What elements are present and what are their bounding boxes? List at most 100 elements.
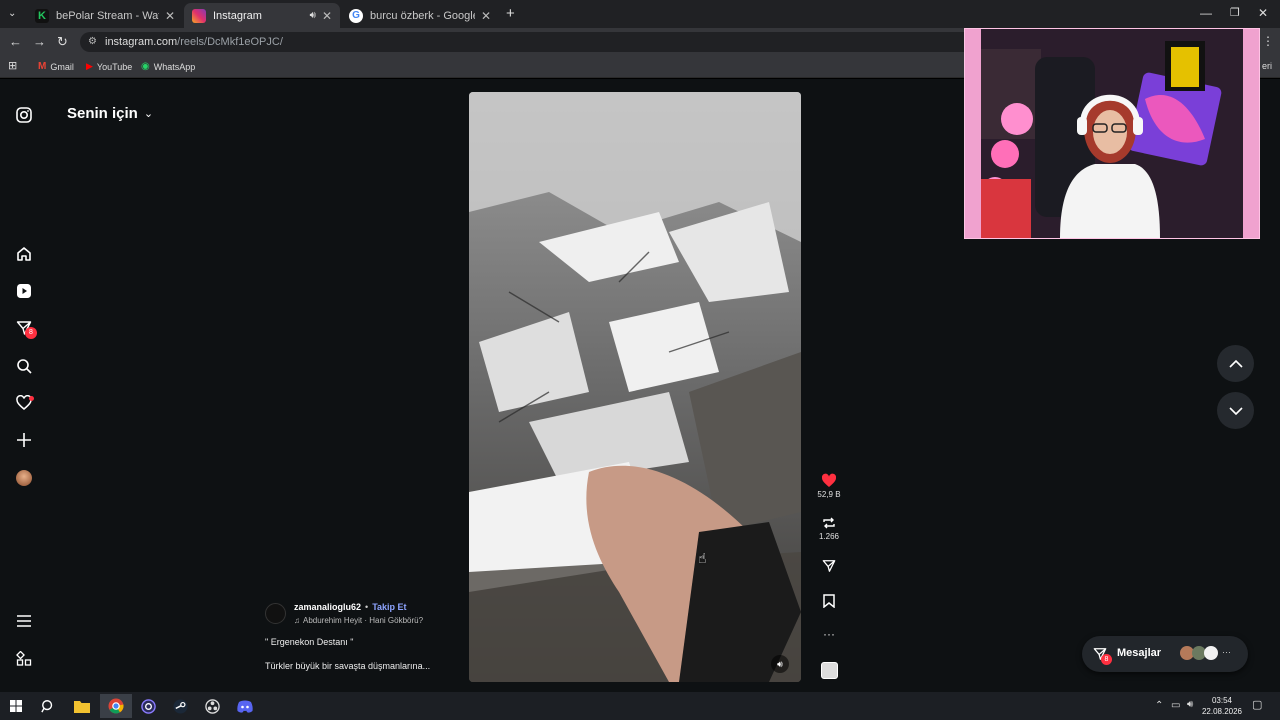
create-plus-icon[interactable] — [14, 430, 34, 450]
more-conversations-icon: ··· — [1222, 647, 1231, 657]
windows-start-icon[interactable] — [6, 697, 26, 715]
repost-count: 1.266 — [818, 532, 840, 541]
messages-badge: 8 — [25, 327, 37, 339]
more-options-icon[interactable]: ··· — [816, 627, 842, 641]
chevron-down-icon — [1228, 406, 1243, 415]
author-avatar[interactable] — [265, 603, 286, 624]
tray-overflow-icon[interactable]: ⌃ — [1155, 700, 1163, 711]
gmail-icon: M — [38, 61, 47, 72]
chevron-down-icon: ⌄ — [143, 108, 154, 120]
author-username[interactable]: zamanalioglu62 — [294, 602, 361, 612]
url-text[interactable]: instagram.com/reels/DcMkf1eOPJC/ — [105, 36, 283, 48]
speaker-icon[interactable]: 🔊︎ — [310, 10, 316, 21]
tab-title: Instagram — [213, 9, 262, 22]
taskbar-clock[interactable]: 03:54 22.08.2026 — [1200, 695, 1244, 717]
also-from-meta-icon[interactable] — [14, 649, 34, 669]
bookmark-whatsapp[interactable]: ◉ WhatsApp — [141, 61, 195, 72]
messages-panel-button[interactable]: 8 Mesajlar ··· — [1082, 636, 1248, 672]
music-title: Abdurehim Heyit · Hani Gökbörü? — [303, 616, 424, 625]
heart-filled-icon — [821, 473, 837, 487]
tab-title: burcu özberk - Google'da Ara — [370, 9, 475, 22]
tab-title: bePolar Stream - Watch Live on — [56, 9, 159, 22]
whatsapp-icon: ◉ — [141, 61, 150, 72]
url-host: instagram.com — [105, 36, 178, 48]
save-button[interactable] — [816, 594, 842, 610]
network-icon[interactable]: ▭ — [1171, 700, 1180, 711]
author-line: zamanalioglu62 • Takip Et — [294, 602, 407, 612]
tab-google-search[interactable]: G burcu özberk - Google'da Ara ✕ — [341, 3, 499, 28]
repost-icon — [823, 517, 835, 529]
minimize-icon[interactable]: — — [1200, 6, 1212, 20]
browser-menu-icon[interactable]: ⋮ — [1262, 34, 1274, 48]
taskbar-search-icon[interactable] — [38, 697, 58, 715]
next-reel-button[interactable] — [1217, 392, 1254, 429]
forward-icon[interactable]: → — [33, 34, 46, 49]
hand-cursor-icon: ☝︎ — [698, 550, 707, 566]
follow-button[interactable]: Takip Et — [372, 602, 406, 612]
caption-title: " Ergenekon Destanı " — [265, 637, 354, 647]
obs-like-app-icon[interactable] — [138, 697, 158, 715]
bookmark-youtube[interactable]: ▶ YouTube — [86, 61, 132, 72]
separator: • — [365, 602, 369, 612]
chrome-icon — [108, 698, 124, 714]
obs-studio-icon[interactable] — [202, 697, 222, 715]
tab-instagram[interactable]: Instagram 🔊︎ ✕ — [184, 3, 340, 28]
home-icon[interactable] — [14, 244, 34, 264]
instagram-logo-icon[interactable] — [14, 105, 34, 125]
discord-icon[interactable] — [235, 697, 255, 715]
volume-icon[interactable]: 🔊︎ — [1187, 699, 1193, 710]
site-info-icon[interactable]: ⚙︎ — [88, 36, 97, 47]
like-button[interactable]: 52,9 B — [816, 473, 842, 499]
restore-icon[interactable]: ❐ — [1230, 6, 1240, 19]
notification-center-icon[interactable]: ▢ — [1252, 698, 1262, 711]
feed-title: Senin için — [67, 105, 138, 122]
music-line[interactable]: ♫ Abdurehim Heyit · Hani Gökbörü? — [294, 616, 423, 625]
reload-icon[interactable]: ↻ — [57, 34, 68, 50]
steam-icon[interactable] — [170, 697, 190, 715]
chevron-up-icon — [1228, 359, 1243, 368]
tab-search-icon[interactable]: ⌄ — [8, 8, 16, 19]
bepolar-icon: K — [35, 8, 49, 23]
conversation-avatar — [1204, 646, 1218, 660]
clock-time: 03:54 — [1211, 696, 1233, 705]
bookmark-gmail[interactable]: M Gmail — [38, 61, 74, 72]
file-explorer-icon[interactable] — [72, 697, 92, 715]
notification-dot — [29, 396, 34, 401]
url-path: /reels/DcMkf1eOPJC/ — [177, 36, 283, 48]
apps-grid-icon[interactable]: ⊞ — [8, 59, 17, 72]
reel-video[interactable]: 🔊︎ — [469, 92, 801, 682]
like-count: 52,9 B — [817, 490, 841, 499]
webcam-overlay — [964, 28, 1260, 239]
bookmark-label: eri — [1262, 61, 1273, 71]
all-bookmarks-button[interactable]: eri — [1262, 61, 1272, 71]
close-icon[interactable]: ✕ — [322, 9, 332, 23]
chrome-taskbar-button[interactable] — [100, 694, 132, 718]
new-tab-button[interactable]: + — [506, 5, 515, 22]
tab-bepolar[interactable]: K bePolar Stream - Watch Live on ✕ — [27, 3, 183, 28]
video-frame-image — [469, 92, 801, 682]
clock-date: 22.08.2026 — [1201, 707, 1243, 716]
back-icon[interactable]: ← — [9, 34, 22, 49]
close-window-icon[interactable]: ✕ — [1258, 6, 1268, 20]
more-menu-icon[interactable] — [14, 611, 34, 631]
feed-selector[interactable]: Senin için ⌄ — [67, 105, 153, 122]
google-icon: G — [349, 8, 363, 23]
profile-avatar[interactable] — [14, 468, 34, 488]
bookmark-icon — [823, 594, 835, 609]
repost-button[interactable]: 1.266 — [816, 516, 842, 541]
close-icon[interactable]: ✕ — [165, 9, 175, 23]
share-icon — [822, 560, 836, 572]
instagram-icon — [192, 8, 206, 23]
caption-text[interactable]: Türkler büyük bir savaşta düşmanlarına..… — [265, 661, 430, 671]
music-note-icon: ♫ — [294, 616, 300, 625]
messages-badge: 8 — [1101, 654, 1112, 665]
windows-taskbar — [0, 692, 1280, 720]
bookmark-label: Gmail — [50, 61, 74, 72]
share-button[interactable] — [816, 559, 842, 575]
reels-icon[interactable] — [14, 281, 34, 301]
close-icon[interactable]: ✕ — [481, 9, 491, 23]
previous-reel-button[interactable] — [1217, 345, 1254, 382]
audio-thumbnail[interactable] — [816, 662, 842, 679]
mute-toggle-icon[interactable]: 🔊︎ — [771, 655, 789, 673]
search-icon[interactable] — [14, 356, 34, 376]
